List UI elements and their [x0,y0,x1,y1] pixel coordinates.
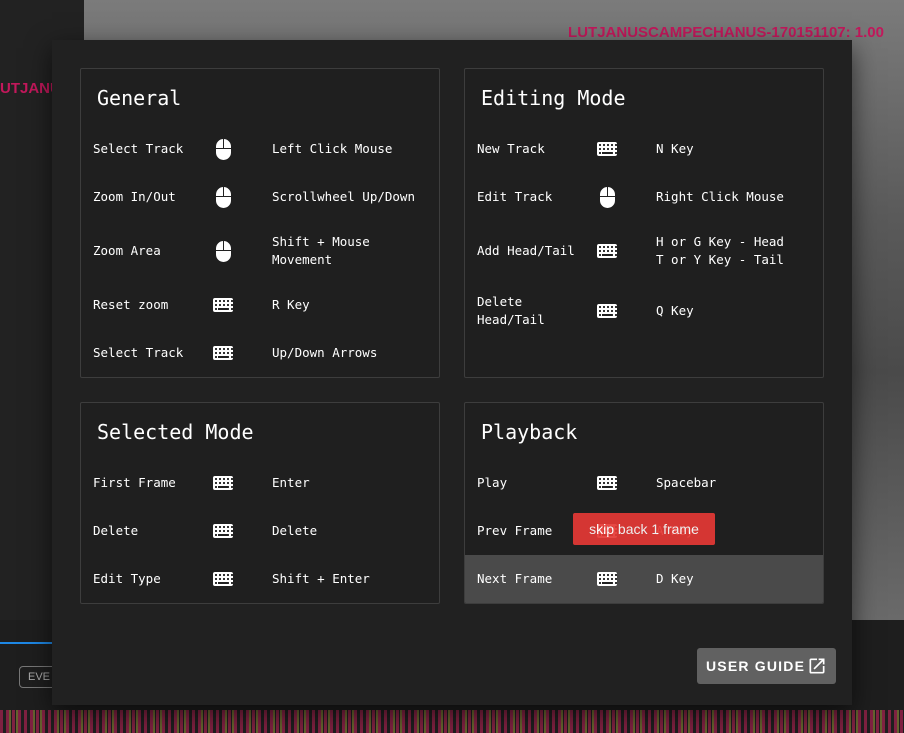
keyboard-icon [213,473,235,493]
shortcut-row: Zoom In/Out Scrollwheel Up/Down [81,173,439,221]
section-general: General Select Track Left Click Mouse Zo… [80,68,440,378]
shortcut-row: New Track N Key [465,125,823,173]
shortcut-key: N Key [656,141,694,156]
keyboard-icon [597,301,619,321]
user-guide-label: USER GUIDE [706,658,806,674]
shortcut-action: Delete Head/Tail [477,294,545,327]
shortcut-row: First Frame Enter [81,459,439,507]
mouse-icon [213,241,235,262]
user-guide-button[interactable]: USER GUIDE [697,648,836,684]
shortcut-key: Spacebar [656,475,717,490]
shortcut-action: Zoom Area [93,243,161,258]
shortcut-action: Add Head/Tail [477,243,575,258]
shortcut-action: Edit Type [93,571,161,586]
shortcut-row: Play Spacebar [465,459,823,507]
keyboard-icon [213,569,235,589]
shortcut-row: Select Track Left Click Mouse [81,125,439,173]
keyboard-icon [597,139,619,159]
shortcut-row: Reset zoom R Key [81,281,439,329]
shortcut-row: Delete Delete [81,507,439,555]
shortcut-key: Q Key [656,303,694,318]
keyboard-shortcuts-dialog: General Select Track Left Click Mouse Zo… [52,40,852,705]
shortcut-key: Enter [272,475,310,490]
shortcut-key: Up/Down Arrows [272,345,378,360]
keyboard-icon [213,295,235,315]
shortcut-row-highlighted: Next Frame D Key [465,555,823,603]
section-title: Selected Mode [97,420,254,444]
shortcut-action: Select Track [93,141,184,156]
shortcut-action: Next Frame [477,571,553,586]
section-title: General [97,86,182,110]
shortcut-action: Select Track [93,345,184,360]
shortcut-row: Delete Head/Tail Q Key [465,287,823,335]
shortcut-row: Zoom Area Shift + Mouse Movement [81,227,439,275]
keyboard-icon [597,473,619,493]
shortcut-action: Delete [93,523,139,538]
section-title: Playback [481,420,578,444]
section-editing-mode: Editing Mode New Track N Key Edit Track … [464,68,824,378]
shortcut-row: Edit Type Shift + Enter [81,555,439,603]
shortcut-action: Play [477,475,508,490]
keyboard-icon [213,521,235,541]
shortcut-action: Edit Track [477,189,553,204]
shortcut-key: Right Click Mouse [656,189,784,204]
open-in-new-icon [809,658,825,674]
keyboard-icon [597,569,619,589]
shortcut-key: Left Click Mouse [272,141,393,156]
mouse-icon [213,187,235,208]
shortcut-action: Reset zoom [93,297,169,312]
keyboard-icon [213,343,235,363]
section-playback: Playback Play Spacebar Prev Frame A Key … [464,402,824,604]
tooltip: skip back 1 frame [573,513,715,545]
shortcut-action: Prev Frame [477,523,553,538]
shortcut-action: New Track [477,141,545,156]
shortcut-row: Select Track Up/Down Arrows [81,329,439,377]
keyboard-icon [597,241,619,261]
section-title: Editing Mode [481,86,626,110]
shortcut-key: R Key [272,297,310,312]
shortcut-row: Add Head/Tail H or G Key - Head T or Y K… [465,227,823,275]
shortcut-key: Shift + Mouse Movement [272,234,370,267]
shortcut-key: Scrollwheel Up/Down [272,189,415,204]
shortcut-key: D Key [656,571,694,586]
shortcut-row: Edit Track Right Click Mouse [465,173,823,221]
mouse-icon [597,187,619,208]
track-label: LUTJANUSCAMPECHANUS-170151107: 1.00 [568,24,884,41]
tab-indicator [0,642,55,644]
timeline[interactable] [0,710,904,733]
shortcut-key: Delete [272,523,318,538]
shortcut-key: H or G Key - Head T or Y Key - Tail [656,234,784,267]
section-selected-mode: Selected Mode First Frame Enter Delete D… [80,402,440,604]
shortcut-action: Zoom In/Out [93,189,176,204]
shortcut-action: First Frame [93,475,176,490]
shortcut-key: Shift + Enter [272,571,370,586]
mouse-icon [213,139,235,160]
